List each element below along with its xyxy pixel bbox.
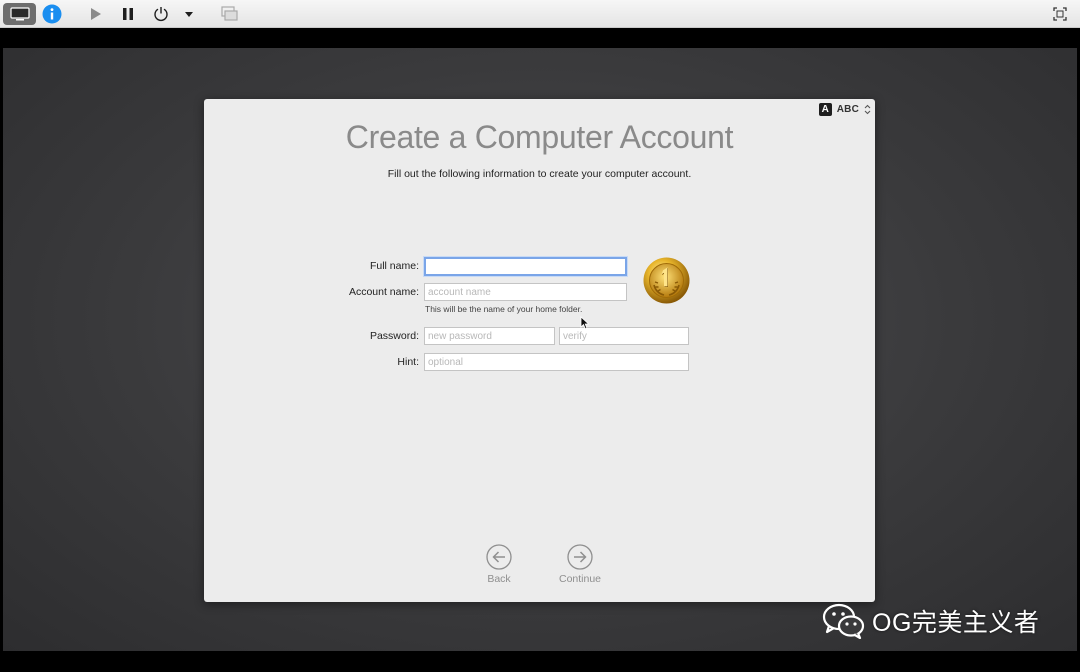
back-button[interactable]: Back [464, 544, 534, 585]
snapshot-button[interactable] [218, 3, 242, 25]
account-name-label: Account name: [348, 286, 419, 298]
hint-label: Hint: [397, 356, 419, 368]
back-arrow-icon [486, 544, 512, 570]
display-button[interactable] [3, 3, 36, 25]
verify-password-field[interactable] [559, 327, 689, 345]
power-icon [154, 7, 168, 22]
page-subtitle: Fill out the following information to cr… [387, 168, 692, 180]
input-source-label: ABC [836, 103, 859, 115]
power-button[interactable] [151, 3, 171, 25]
fullscreen-button[interactable] [1049, 3, 1071, 25]
continue-arrow-icon [567, 544, 593, 570]
vm-toolbar [0, 0, 1080, 28]
continue-label: Continue [558, 573, 602, 585]
wechat-icon [822, 603, 865, 639]
password-field[interactable] [424, 327, 555, 345]
setup-assistant-panel: A ABC Create a Computer Account Fill out… [204, 99, 875, 602]
fullscreen-icon [1053, 7, 1067, 21]
power-options-dropdown[interactable] [180, 3, 198, 25]
back-label: Back [487, 573, 511, 585]
input-source-icon: A [818, 102, 832, 116]
watermark: OG完美主义者 [822, 603, 1039, 639]
password-label: Password: [369, 330, 419, 342]
up-down-chevron-icon [864, 104, 871, 114]
gold-medal-icon [643, 257, 690, 304]
input-source-menu[interactable]: A ABC [818, 102, 871, 116]
hint-field[interactable] [424, 353, 689, 371]
chevron-down-icon [185, 12, 193, 17]
info-icon [42, 4, 62, 24]
display-icon [9, 7, 30, 21]
watermark-text: OG完美主义者 [872, 609, 1040, 637]
account-name-field[interactable] [424, 283, 627, 301]
full-name-field[interactable] [424, 257, 627, 276]
user-picture-button[interactable] [643, 257, 690, 304]
account-name-help-text: This will be the name of your home folde… [425, 304, 583, 314]
mouse-cursor-icon [580, 316, 590, 330]
page-title: Create a Computer Account [345, 119, 734, 155]
pause-button[interactable] [118, 3, 138, 25]
continue-button[interactable]: Continue [545, 544, 615, 585]
play-icon [91, 8, 101, 20]
play-button[interactable] [85, 3, 105, 25]
full-name-label: Full name: [369, 260, 419, 272]
snapshot-icon [221, 6, 238, 21]
pause-icon [123, 8, 133, 20]
info-button[interactable] [41, 3, 63, 25]
